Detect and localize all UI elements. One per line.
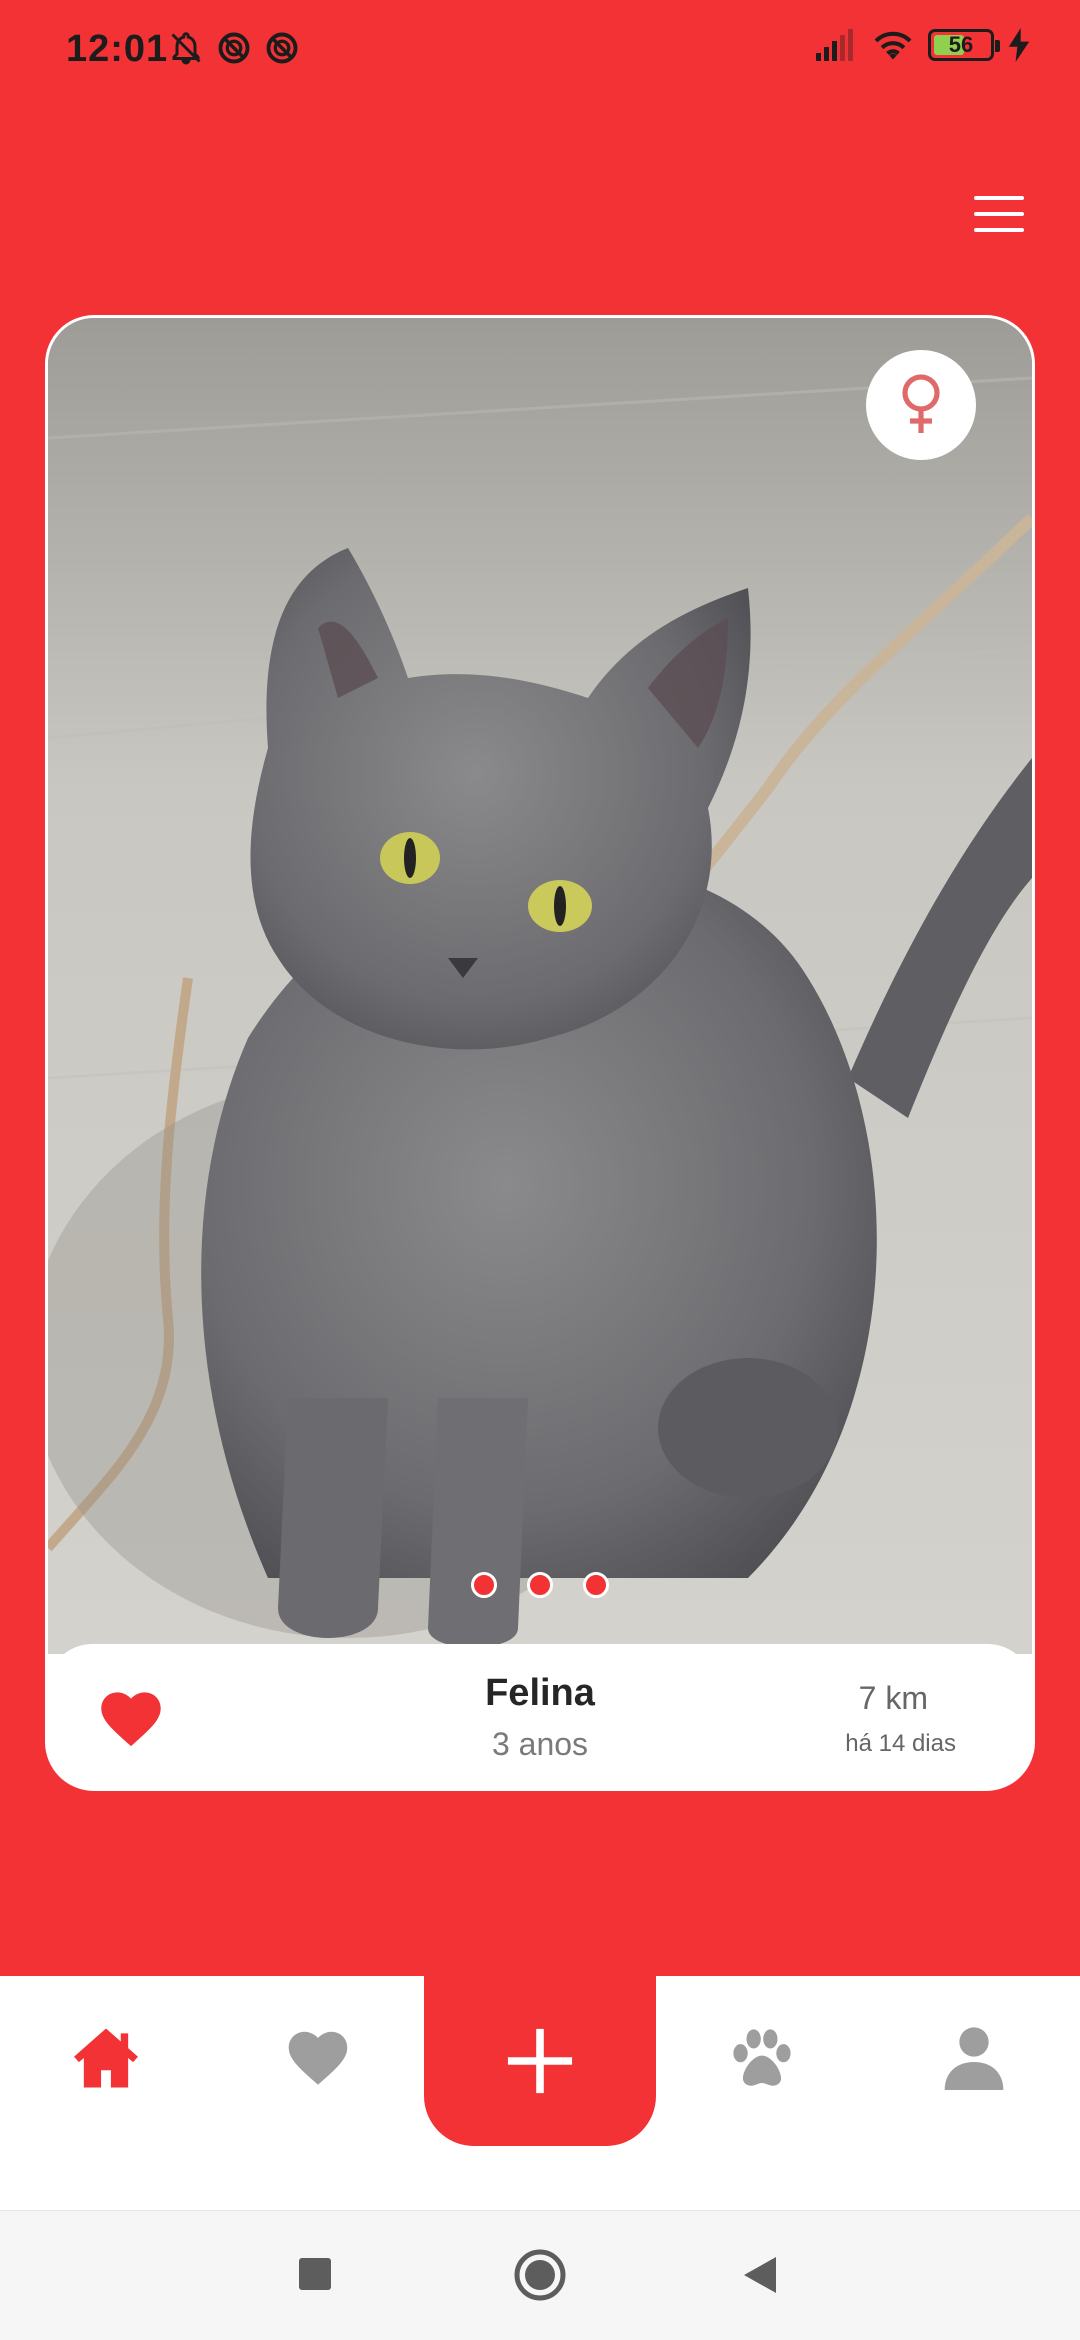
battery-tip xyxy=(995,40,1000,52)
gender-female-button[interactable] xyxy=(866,350,976,460)
home-icon[interactable] xyxy=(514,2249,566,2306)
pagination-dot[interactable] xyxy=(583,1572,609,1598)
pet-card[interactable]: Felina 3 anos 7 km há 14 dias xyxy=(48,318,1032,1788)
menu-line xyxy=(974,212,1024,216)
nav-home[interactable] xyxy=(66,2018,146,2098)
cat-photo-image xyxy=(48,318,1032,1654)
signal-icon xyxy=(816,29,853,61)
user-icon xyxy=(944,2027,1004,2090)
pagination-dot[interactable] xyxy=(471,1572,497,1598)
do-not-disturb-icon xyxy=(266,32,298,64)
hamburger-menu-icon[interactable] xyxy=(970,192,1028,236)
charging-icon xyxy=(1008,28,1030,62)
battery-icon: 56 xyxy=(928,29,1000,61)
status-icons-right: 56 xyxy=(816,28,1030,62)
back-icon[interactable] xyxy=(742,2255,778,2300)
nav-favorites[interactable] xyxy=(278,2018,358,2098)
pet-posted-date: há 14 dias xyxy=(845,1730,956,1757)
pet-info-panel: Felina 3 anos 7 km há 14 dias xyxy=(48,1644,1032,1788)
menu-line xyxy=(974,228,1024,232)
paw-icon xyxy=(733,2029,791,2086)
plus-icon xyxy=(507,2028,573,2094)
photo-pagination xyxy=(48,1572,1032,1598)
pet-distance: 7 km xyxy=(858,1680,928,1716)
nav-pets[interactable] xyxy=(722,2018,802,2098)
menu-line xyxy=(974,196,1024,200)
do-not-disturb-icon xyxy=(218,32,250,64)
status-bar: 12:01 56 xyxy=(0,0,1080,100)
wifi-icon xyxy=(874,31,912,60)
status-icons-left xyxy=(168,30,300,66)
battery-text: 56 xyxy=(948,32,974,57)
heart-icon xyxy=(288,2031,348,2085)
status-time: 12:01 xyxy=(66,28,169,70)
notifications-off-icon xyxy=(171,32,201,65)
add-pet-button[interactable] xyxy=(424,1976,656,2146)
pet-photo[interactable] xyxy=(48,318,1032,1654)
recents-icon[interactable] xyxy=(298,2257,332,2296)
female-icon xyxy=(902,374,940,433)
pagination-dot[interactable] xyxy=(527,1572,553,1598)
home-icon xyxy=(74,2028,138,2088)
nav-profile[interactable] xyxy=(934,2018,1014,2098)
system-navigation-bar xyxy=(0,2210,1080,2340)
